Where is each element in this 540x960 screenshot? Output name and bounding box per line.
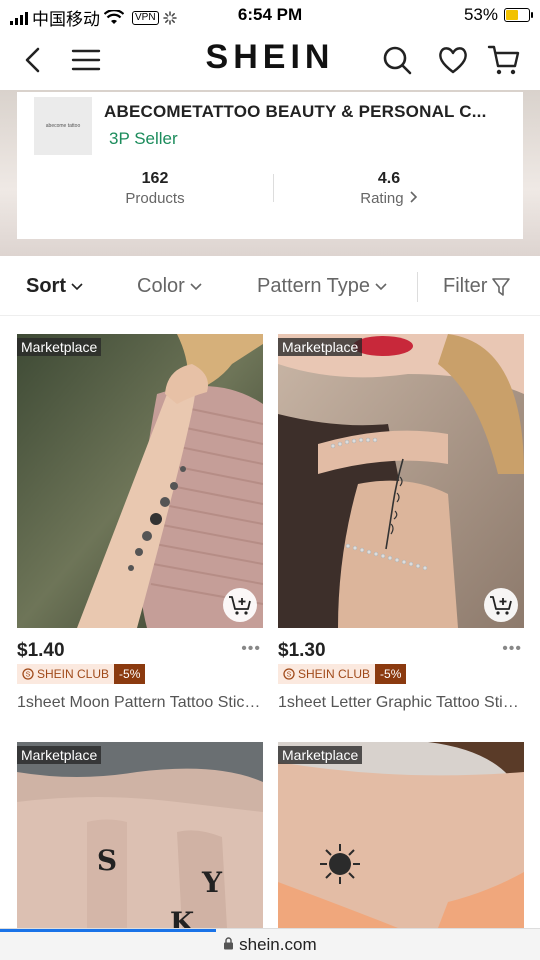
color-dropdown[interactable]: Color	[137, 275, 202, 298]
filter-bar: Sort Color Pattern Type Filter	[0, 258, 540, 316]
rating-link[interactable]: Rating	[289, 190, 489, 207]
status-bar: 中国移动 VPN 6:54 PM 53%	[0, 0, 540, 30]
product-price: $1.30	[278, 640, 326, 661]
store-logo: abecome tattoo	[34, 97, 92, 155]
filter-divider	[417, 272, 418, 302]
product-image[interactable]: Marketplace	[17, 334, 263, 628]
page-load-progress	[0, 929, 216, 932]
seller-badge: 3P Seller	[109, 129, 178, 148]
svg-text:S: S	[97, 844, 117, 877]
battery-percent: 53%	[463, 5, 498, 24]
lock-icon	[224, 937, 234, 950]
club-logo-icon: S	[283, 668, 295, 680]
rating-value: 4.6	[377, 170, 401, 187]
club-discount: -5%	[375, 664, 407, 684]
rating-label: Rating	[360, 190, 404, 207]
product-title[interactable]: 1sheet Letter Graphic Tattoo Sticker	[278, 694, 524, 712]
club-logo-icon: S	[22, 668, 34, 680]
product-image[interactable]: S Y K Marketplace	[17, 742, 263, 928]
more-options-button[interactable]: •••	[241, 640, 261, 658]
product-card[interactable]: S Y K Marketplace	[17, 742, 263, 928]
marketplace-tag: Marketplace	[278, 338, 363, 356]
products-stat: 162 Products	[55, 170, 255, 207]
chevron-down-icon	[71, 282, 83, 290]
url-display[interactable]: shein.com	[0, 935, 540, 955]
svg-text:S: S	[287, 672, 292, 679]
pattern-type-label: Pattern Type	[257, 275, 371, 297]
brand-logo[interactable]: SHEIN	[0, 38, 540, 77]
products-count: 162	[141, 170, 169, 187]
marketplace-tag: Marketplace	[17, 746, 102, 764]
color-label: Color	[137, 275, 185, 297]
marketplace-tag: Marketplace	[17, 338, 102, 356]
chevron-down-icon	[190, 282, 202, 290]
more-options-button[interactable]: •••	[502, 640, 522, 658]
product-image[interactable]: Marketplace	[278, 742, 524, 928]
chevron-right-icon	[410, 191, 417, 203]
shein-club-badge: S SHEIN CLUB -5%	[17, 664, 146, 684]
filter-label: Filter	[443, 275, 488, 297]
club-name: S SHEIN CLUB	[278, 664, 376, 684]
add-to-cart-button[interactable]	[223, 588, 257, 622]
battery-icon	[504, 8, 533, 22]
funnel-icon	[492, 277, 511, 296]
product-price: $1.40	[17, 640, 65, 661]
rating-stat[interactable]: 4.6 Rating	[289, 170, 489, 207]
filter-button[interactable]: Filter	[443, 275, 511, 298]
add-to-cart-icon	[229, 596, 251, 615]
status-right: 53%	[463, 5, 533, 25]
svg-text:S: S	[26, 672, 31, 679]
sort-label: Sort	[26, 275, 66, 297]
marketplace-tag: Marketplace	[278, 746, 363, 764]
club-name: S SHEIN CLUB	[17, 664, 115, 684]
chevron-down-icon	[375, 282, 387, 290]
shein-club-badge: S SHEIN CLUB -5%	[278, 664, 407, 684]
product-image[interactable]: Marketplace	[278, 334, 524, 628]
add-to-cart-button[interactable]	[484, 588, 518, 622]
club-discount: -5%	[114, 664, 146, 684]
pattern-type-dropdown[interactable]: Pattern Type	[257, 275, 387, 298]
product-card[interactable]: Marketplace $1.30 ••• S SHEIN CLUB -5% 1…	[278, 334, 524, 724]
svg-text:K: K	[170, 906, 196, 928]
stat-divider	[273, 174, 274, 202]
add-to-cart-icon	[490, 596, 512, 615]
url-text: shein.com	[239, 935, 317, 954]
product-card[interactable]: Marketplace	[278, 742, 524, 928]
store-card[interactable]: abecome tattoo ABECOMETATTOO BEAUTY & PE…	[17, 92, 523, 239]
store-name: ABECOMETATTOO BEAUTY & PERSONAL C...	[104, 102, 487, 121]
product-title[interactable]: 1sheet Moon Pattern Tattoo Sticker	[17, 694, 263, 712]
products-label: Products	[125, 190, 185, 207]
product-card[interactable]: Marketplace $1.40 ••• S SHEIN CLUB -5% 1…	[17, 334, 263, 724]
svg-text:Y: Y	[201, 866, 223, 899]
sort-dropdown[interactable]: Sort	[26, 275, 83, 298]
browser-url-bar[interactable]: shein.com	[0, 928, 540, 960]
status-time: 6:54 PM	[237, 5, 303, 24]
